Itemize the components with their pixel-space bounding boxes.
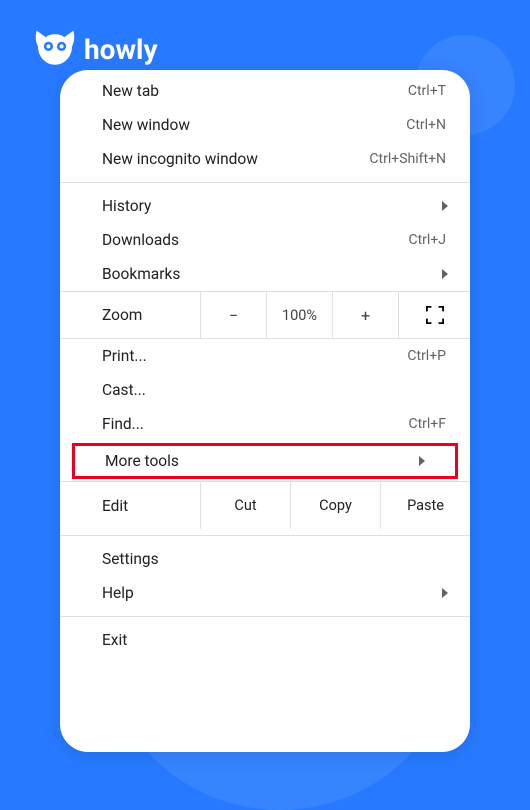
cut-button[interactable]: Cut — [200, 482, 290, 529]
edit-row: Edit Cut Copy Paste — [60, 481, 470, 529]
menu-shortcut: Ctrl+T — [408, 83, 450, 99]
menu-item-downloads[interactable]: Downloads Ctrl+J — [60, 223, 470, 257]
fullscreen-icon — [426, 306, 444, 324]
separator — [60, 182, 470, 183]
brand-name: howly — [84, 33, 158, 66]
menu-item-cast[interactable]: Cast... — [60, 373, 470, 407]
menu-item-more-tools[interactable]: More tools — [72, 443, 458, 479]
menu-label: New incognito window — [102, 150, 369, 168]
menu-item-print[interactable]: Print... Ctrl+P — [60, 339, 470, 373]
menu-item-new-tab[interactable]: New tab Ctrl+T — [60, 74, 470, 108]
menu-label: More tools — [105, 452, 407, 470]
menu-item-find[interactable]: Find... Ctrl+F — [60, 407, 470, 441]
zoom-label: Zoom — [60, 292, 200, 338]
menu-shortcut: Ctrl+P — [407, 348, 450, 364]
menu-item-help[interactable]: Help — [60, 576, 470, 610]
menu-shortcut: Ctrl+Shift+N — [369, 151, 450, 167]
separator — [60, 616, 470, 617]
menu-label: New tab — [102, 82, 408, 100]
menu-item-exit[interactable]: Exit — [60, 623, 470, 657]
zoom-out-button[interactable]: − — [200, 292, 266, 338]
menu-label: Find... — [102, 415, 408, 433]
menu-label: Exit — [102, 631, 450, 649]
menu-label: New window — [102, 116, 406, 134]
menu-label: History — [102, 197, 430, 215]
menu-item-settings[interactable]: Settings — [60, 542, 470, 576]
menu-shortcut: Ctrl+N — [406, 117, 450, 133]
zoom-value: 100% — [266, 292, 332, 338]
menu-item-new-incognito[interactable]: New incognito window Ctrl+Shift+N — [60, 142, 470, 176]
copy-button[interactable]: Copy — [290, 482, 380, 529]
submenu-arrow-icon — [440, 201, 450, 211]
submenu-arrow-icon — [440, 269, 450, 279]
submenu-arrow-icon — [440, 588, 450, 598]
fullscreen-button[interactable] — [398, 292, 470, 338]
menu-item-new-window[interactable]: New window Ctrl+N — [60, 108, 470, 142]
menu-label: Help — [102, 584, 430, 602]
menu-item-bookmarks[interactable]: Bookmarks — [60, 257, 470, 291]
chrome-menu: New tab Ctrl+T New window Ctrl+N New inc… — [60, 70, 470, 752]
menu-label: Downloads — [102, 231, 408, 249]
menu-label: Print... — [102, 347, 407, 365]
zoom-in-button[interactable]: + — [332, 292, 398, 338]
menu-label: Settings — [102, 550, 450, 568]
menu-shortcut: Ctrl+J — [408, 232, 450, 248]
paste-button[interactable]: Paste — [380, 482, 470, 529]
brand-logo: howly — [34, 28, 158, 70]
menu-label: Bookmarks — [102, 265, 430, 283]
menu-shortcut: Ctrl+F — [408, 416, 450, 432]
submenu-arrow-icon — [417, 456, 427, 466]
separator — [60, 535, 470, 536]
owl-icon — [34, 28, 76, 70]
edit-label: Edit — [60, 482, 200, 529]
menu-item-history[interactable]: History — [60, 189, 470, 223]
menu-label: Cast... — [102, 381, 450, 399]
zoom-row: Zoom − 100% + — [60, 291, 470, 339]
